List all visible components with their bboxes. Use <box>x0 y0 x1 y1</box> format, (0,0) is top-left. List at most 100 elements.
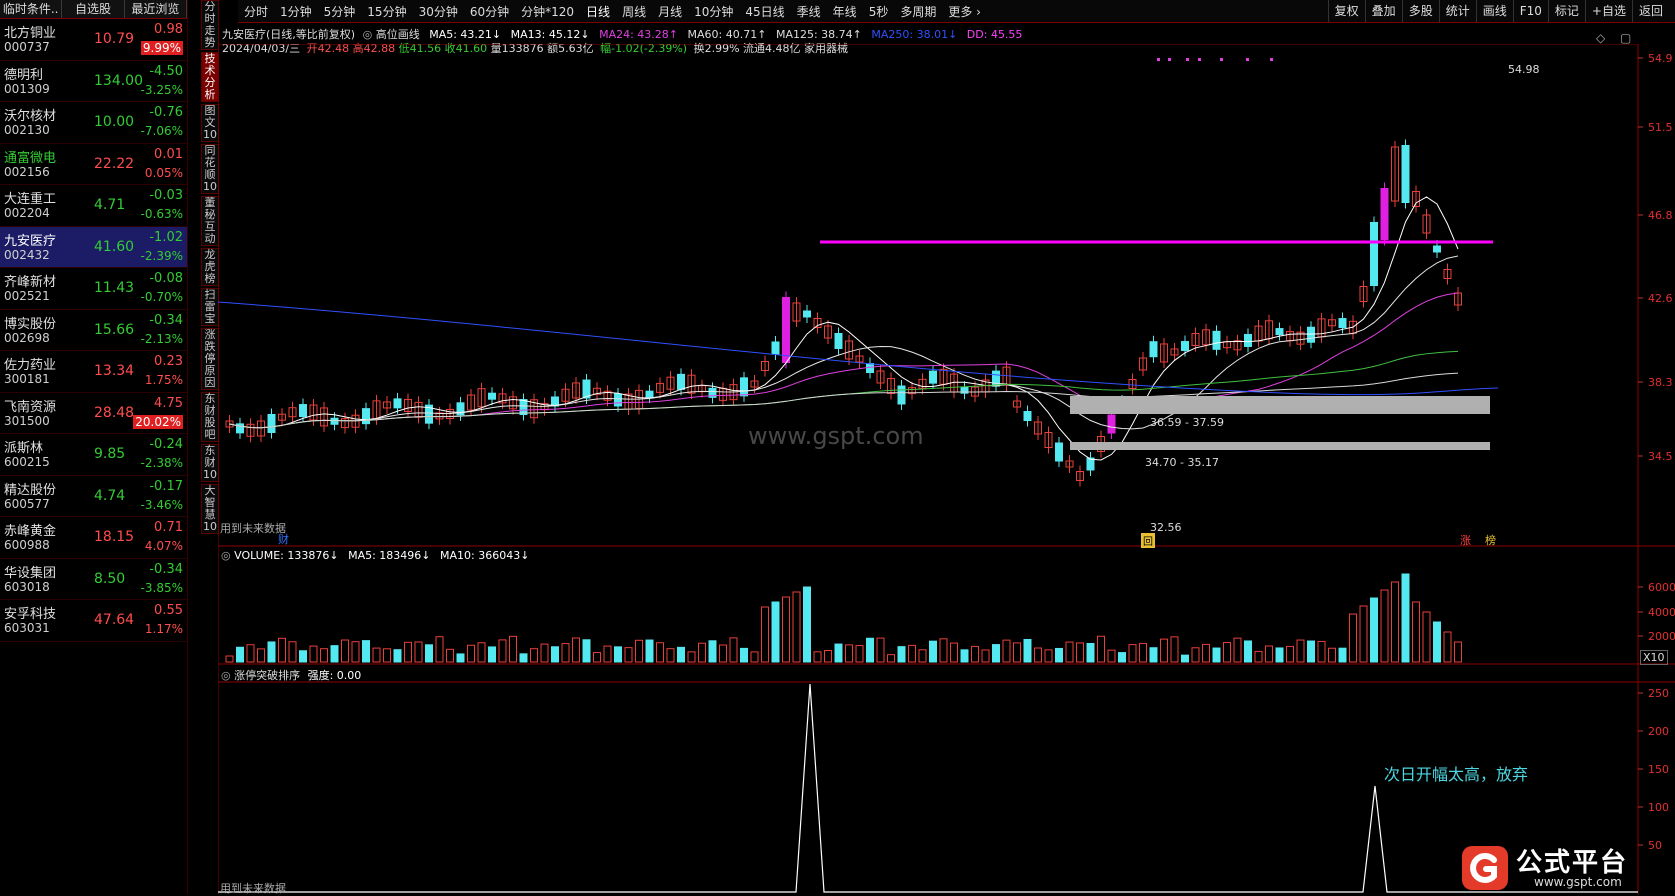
period-button[interactable]: 月线 <box>652 3 688 20</box>
price-tick-label: 46.8 <box>1648 209 1673 222</box>
side-tab[interactable]: 图文10 <box>201 104 219 142</box>
stock-code: 603018 <box>4 579 50 594</box>
ma-line <box>229 196 1459 461</box>
watchlist-row[interactable]: 九安医疗 002432 41.60 -1.02 -2.39% <box>0 226 187 268</box>
volume-bar <box>1118 652 1126 663</box>
volume-bar <box>750 651 759 663</box>
stock-code: 600215 <box>4 455 50 469</box>
side-tab[interactable]: 董秘互动 <box>201 196 219 246</box>
period-button[interactable]: 45日线 <box>739 3 790 20</box>
side-tab[interactable]: 同花顺10 <box>201 144 219 194</box>
toolbar-button[interactable]: 统计 <box>1438 0 1476 22</box>
toolbar-button[interactable]: 标记 <box>1547 0 1585 22</box>
side-tab[interactable]: 分时走势 <box>201 0 219 50</box>
toolbar-button[interactable]: 返回 <box>1631 0 1669 22</box>
toolbar-button[interactable]: 画线 <box>1475 0 1513 22</box>
side-tab[interactable]: 龙虎榜 <box>201 248 219 286</box>
stock-pct: 20.02% <box>133 414 183 429</box>
volume-bar <box>1359 605 1368 663</box>
restore-icon[interactable]: ▢ <box>1620 31 1631 45</box>
period-button[interactable]: 5分钟 <box>318 3 362 20</box>
watchlist-row[interactable]: 华设集团 603018 8.50 -0.34 -3.85% <box>0 559 187 600</box>
candle-body <box>834 333 843 349</box>
watchlist-row[interactable]: 齐峰新材 002521 11.43 -0.08 -0.70% <box>0 268 187 310</box>
period-button[interactable]: 60分钟 <box>464 3 515 20</box>
watchlist-row[interactable]: 德明利 001309 134.00 -4.50 -3.25% <box>0 61 187 102</box>
volume-bar <box>1349 613 1357 663</box>
toolbar-button[interactable]: +自选 <box>1584 0 1632 22</box>
watchlist-row[interactable]: 安孚科技 603031 47.64 0.55 1.17% <box>0 600 187 642</box>
watchlist-row[interactable]: 赤峰黄金 600988 18.15 0.71 4.07% <box>0 517 187 559</box>
toolbar-button[interactable]: 复权 <box>1327 0 1365 22</box>
stock-name: 安孚科技 <box>4 607 57 622</box>
toolbar-button[interactable]: 多股 <box>1401 0 1439 22</box>
watchlist-row[interactable]: 佐力药业 300181 13.34 0.23 1.75% <box>0 351 187 393</box>
watchlist-row[interactable]: 飞南资源 301500 28.48 4.75 20.02% <box>0 393 187 434</box>
volume-bar <box>1401 573 1410 663</box>
stock-name: 飞南资源 <box>4 399 57 415</box>
side-tab[interactable]: 涨跌停原因 <box>201 328 219 390</box>
side-tab[interactable]: 大智慧10 <box>201 484 219 534</box>
volume-bar <box>1149 647 1158 663</box>
volume-bar <box>1443 631 1452 663</box>
period-button[interactable]: 季线 <box>791 3 827 20</box>
watchlist-tab-temp[interactable]: 临时条件.. <box>0 0 63 18</box>
period-button[interactable]: 多周期 <box>894 3 942 20</box>
watchlist-row[interactable]: 通富微电 002156 22.22 0.01 0.05% <box>0 144 187 185</box>
period-button[interactable]: 5秒 <box>863 3 895 20</box>
volume-bar <box>372 647 381 663</box>
indicator-toggle-icon-2[interactable]: ◎ <box>221 669 231 682</box>
period-button[interactable]: 10分钟 <box>688 3 739 20</box>
side-tab[interactable]: 扫雷宝 <box>201 288 219 326</box>
watchlist-row[interactable]: 大连重工 002204 4.71 -0.03 -0.63% <box>0 185 187 227</box>
volume-bar <box>1223 642 1231 663</box>
volume-bar <box>225 655 234 663</box>
volume-toggle-icon[interactable]: ◎ <box>221 549 231 562</box>
period-button[interactable]: 更多 › <box>942 3 987 20</box>
indicator-note: 次日开幅太高，放弃 <box>1384 765 1529 784</box>
watchlist-tab-recent[interactable]: 最近浏览 <box>125 0 187 18</box>
watchlist-tab-self[interactable]: 自选股 <box>62 0 125 18</box>
period-button[interactable]: 分时 <box>238 3 274 20</box>
future-data-note: 用到未来数据 <box>220 522 286 535</box>
stock-price: 41.60 <box>94 238 135 255</box>
watchlist-row[interactable]: 沃尔核材 002130 10.00 -0.76 -7.06% <box>0 102 187 144</box>
period-button[interactable]: 分钟*120 <box>515 3 580 20</box>
period-button[interactable]: 周线 <box>616 3 652 20</box>
volume-bar <box>404 641 412 663</box>
candle-body <box>1107 414 1116 434</box>
volume-bar <box>236 646 244 663</box>
stock-price: 18.15 <box>94 529 135 545</box>
side-tab[interactable]: 东财股吧 <box>201 392 219 442</box>
volume-bar <box>1412 601 1420 663</box>
stock-pct: 1.17% <box>144 622 183 636</box>
top-marker <box>1220 58 1223 61</box>
price-axis: 54.9 51.5 46.8 42.6 38.3 34.5 <box>1638 52 1673 463</box>
stock-name: 派斯林 <box>4 441 44 456</box>
price-tick-label: 34.5 <box>1648 450 1673 463</box>
volume-bar <box>929 640 937 663</box>
indicator-plot <box>218 683 1638 893</box>
ind-tick-label: 150 <box>1648 763 1669 776</box>
period-button[interactable]: 30分钟 <box>413 3 464 20</box>
candle-body <box>1023 411 1032 421</box>
stock-name: 通富微电 <box>4 150 57 166</box>
side-tab[interactable]: 技术分析 <box>201 52 219 102</box>
period-button[interactable]: 15分钟 <box>361 3 412 20</box>
period-button[interactable]: 1分钟 <box>274 3 318 20</box>
period-button[interactable]: 年线 <box>827 3 863 20</box>
period-button[interactable]: 日线 <box>580 3 616 20</box>
watchlist-row[interactable]: 派斯林 600215 9.85 -0.24 -2.38% <box>0 434 187 476</box>
volume-bar <box>845 644 853 663</box>
gspt-logo: 公式平台 www.gspt.com <box>1460 842 1672 894</box>
watchlist-row[interactable]: 北方铜业 000737 10.79 0.98 9.99% <box>0 19 187 61</box>
watermark: www.gspt.com <box>748 422 924 450</box>
side-tab[interactable]: 东财10 <box>201 444 219 482</box>
volume-bar <box>425 644 433 663</box>
watchlist-row[interactable]: 精达股份 600577 4.74 -0.17 -3.46% <box>0 476 187 517</box>
toolbar-button[interactable]: F10 <box>1512 0 1548 22</box>
diamond-icon[interactable]: ◇ <box>1596 31 1605 45</box>
watchlist-row[interactable]: 博实股份 002698 15.66 -0.34 -2.13% <box>0 310 187 351</box>
volume-unit: X10 <box>1640 650 1668 665</box>
toolbar-button[interactable]: 叠加 <box>1364 0 1402 22</box>
